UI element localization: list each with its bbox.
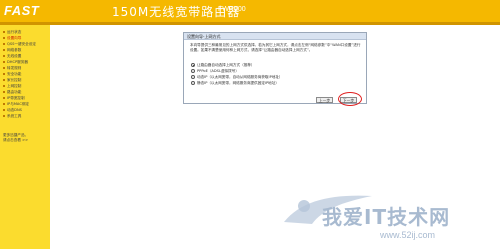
sidebar-item-forwarding[interactable]: 转发规则 [3,66,21,70]
sidebar-item-label: QSS一键安全设定 [7,42,36,46]
sidebar-item-network[interactable]: 网络参数 [3,48,21,52]
bullet-icon [3,37,5,39]
sidebar-item-bandwidth[interactable]: IP带宽控制 [3,96,25,100]
bullet-icon [3,115,5,117]
sidebar-item-label: 运行状态 [7,30,22,34]
sidebar-item-label: IP与MAC绑定 [7,102,30,106]
sidebar-item-setup-wizard[interactable]: 设置向导 [3,36,21,40]
radio-auto-detect[interactable] [191,63,195,67]
bullet-icon [3,49,5,51]
sidebar-item-label: 上网控制 [7,84,22,88]
sidebar-item-label: 系统工具 [7,114,22,118]
sidebar-item-system-tools[interactable]: 系统工具 [3,114,21,118]
bullet-icon [3,61,5,63]
bullet-icon [3,85,5,87]
sidebar-item-label: IP带宽控制 [7,96,25,100]
radio-pppoe[interactable] [191,69,195,73]
bullet-icon [3,55,5,57]
bullet-icon [3,43,5,45]
sidebar-item-ip-mac-binding[interactable]: IP与MAC绑定 [3,102,29,106]
sidebar-item-label: 家长控制 [7,78,22,82]
sidebar-item-label: 动态DNS [7,108,22,112]
bullet-icon [3,109,5,111]
more-products-link[interactable]: 更多迅捷产品， 请点击查看 >> [3,133,28,143]
wizard-description: 本向导提供三种最常见的上网方式供选择。若为其它上网方式，请点击左侧“网络参数”中… [190,43,361,52]
model-number: FWR100 [218,6,246,13]
sidebar-item-status[interactable]: 运行状态 [3,30,21,34]
sidebar-item-label: 安全功能 [7,72,22,76]
sidebar: 运行状态 设置向导 QSS一键安全设定 网络参数 无线设置 DHCP服务器 转发… [0,25,50,249]
panel-title: 设置向导-上网方式 [187,34,221,39]
next-button-highlight [338,92,362,106]
bullet-icon [3,73,5,75]
bullet-icon [3,97,5,99]
sidebar-item-label: 无线设置 [7,54,22,58]
sidebar-item-security[interactable]: 安全功能 [3,72,21,76]
sidebar-item-qss[interactable]: QSS一键安全设定 [3,42,36,46]
back-button[interactable]: 上一步 [316,97,333,103]
option-static-ip-label: 静态IP（以太网宽带，网络服务商提供固定IP地址） [197,81,279,85]
bullet-icon [3,91,5,93]
watermark-text: 我爱IT技术网 [322,205,451,229]
sidebar-item-ddns[interactable]: 动态DNS [3,108,22,112]
more-products-line2: 请点击查看 >> [3,138,29,142]
sidebar-item-label: 设置向导 [7,36,22,40]
panel-header: 设置向导-上网方式 [184,33,366,40]
bullet-icon [3,67,5,69]
sidebar-item-dhcp[interactable]: DHCP服务器 [3,60,28,64]
sidebar-item-routing[interactable]: 路由功能 [3,90,21,94]
option-dynamic-ip-label: 动态IP（以太网宽带，自动从网络服务商获取IP地址） [197,75,283,79]
sidebar-item-wireless[interactable]: 无线设置 [3,54,21,58]
bullet-icon [3,103,5,105]
sidebar-item-parental[interactable]: 家长控制 [3,78,21,82]
setup-wizard-panel: 设置向导-上网方式 本向导提供三种最常见的上网方式供选择。若为其它上网方式，请点… [183,32,367,104]
radio-static-ip[interactable] [191,81,195,85]
option-auto-detect-label: 让路由器自动选择上网方式（推荐） [197,63,255,67]
sidebar-item-label: 路由功能 [7,90,22,94]
bullet-icon [3,79,5,81]
sidebar-item-access-control[interactable]: 上网控制 [3,84,21,88]
header-bar: FAST 150M无线宽带路由器 FWR100 [0,0,500,22]
sidebar-item-label: 网络参数 [7,48,22,52]
option-pppoe-label: PPPoE（ADSL虚拟拨号） [197,69,239,73]
radio-dynamic-ip[interactable] [191,75,195,79]
brand-logo: FAST [4,3,40,18]
watermark-url: www.52ij.com [380,230,436,240]
header-divider [0,22,500,25]
bullet-icon [3,31,5,33]
sidebar-item-label: 转发规则 [7,66,22,70]
sidebar-item-label: DHCP服务器 [7,60,28,64]
